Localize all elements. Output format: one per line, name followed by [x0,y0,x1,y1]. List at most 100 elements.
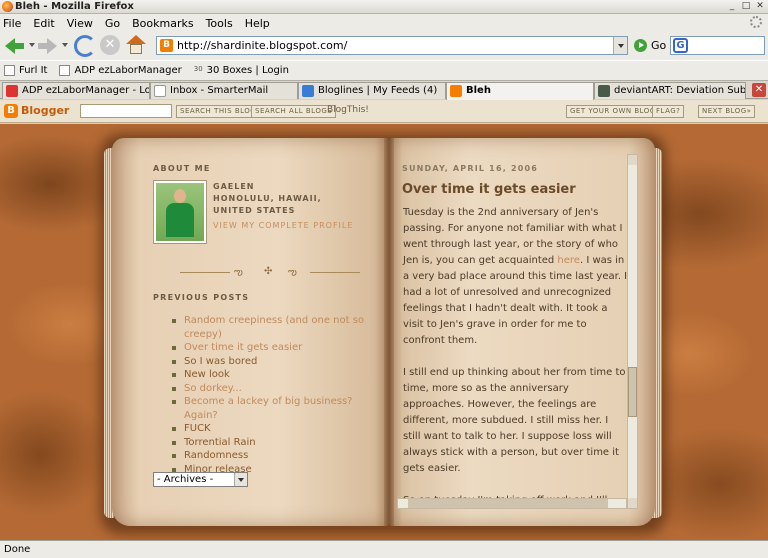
close-window-icon[interactable]: ✕ [754,1,766,12]
chevron-down-icon[interactable] [234,473,247,486]
post-link[interactable]: So I was bored [172,355,367,369]
30-boxes-icon: 30 [193,65,203,73]
forward-button[interactable] [36,35,58,57]
tab-adp[interactable]: ADP ezLaborManager - Login [2,82,150,99]
book-spine [384,138,394,526]
deviantart-icon [598,85,610,97]
profile-name: GAELEN [213,182,255,191]
scrollbar-thumb[interactable] [408,499,608,508]
menu-bookmarks[interactable]: Bookmarks [132,17,193,30]
post-link[interactable]: New look [172,368,367,382]
throbber-icon [750,16,762,28]
menu-tools[interactable]: Tools [206,17,233,30]
url-text[interactable]: http://shardinite.blogspot.com/ [177,39,347,52]
title-bar: Bleh - Mozilla Firefox _ □ ✕ [0,0,768,14]
view-profile-link[interactable]: VIEW MY COMPLETE PROFILE [213,221,353,230]
url-history-dropdown[interactable] [613,37,627,54]
menu-help[interactable]: Help [245,17,270,30]
post-vertical-scrollbar[interactable] [627,154,638,509]
profile-avatar[interactable] [153,180,207,244]
back-history-dropdown[interactable] [29,43,35,47]
next-blog-button[interactable]: NEXT BLOG» [698,105,756,118]
menu-file[interactable]: File [3,17,21,30]
search-all-blogs-button[interactable]: SEARCH ALL BLOGS [251,105,337,118]
post-link[interactable]: So dorkey... [172,382,367,396]
menu-edit[interactable]: Edit [33,17,54,30]
scroll-up-icon[interactable] [628,155,637,165]
window-controls: _ □ ✕ [726,1,766,12]
previous-posts-heading: PREVIOUS POSTS [153,293,250,302]
bookmarks-toolbar: Furl It ADP ezLaborManager 30 30 Boxes | … [0,60,768,80]
menu-view[interactable]: View [67,17,93,30]
archives-select[interactable]: - Archives - [153,472,248,487]
scrollbar-thumb[interactable] [628,367,637,417]
google-search-icon[interactable]: G [673,38,688,53]
bloglines-icon [302,85,314,97]
back-button[interactable] [4,35,26,57]
bookmark-adp[interactable]: ADP ezLaborManager [59,65,182,76]
adp-icon [6,85,18,97]
status-text: Done [4,544,31,555]
post-date: SUNDAY, APRIL 16, 2006 [402,164,539,173]
minimize-icon[interactable]: _ [726,1,738,12]
post-link[interactable]: Over time it gets easier [172,341,367,355]
forward-arrow-icon [47,38,57,54]
post-link[interactable]: Become a lackey of big business? Again? [172,395,367,422]
post-body: Tuesday is the 2nd anniversary of Jen's … [403,205,628,507]
get-your-own-blog-button[interactable]: GET YOUR OWN BLOG [566,105,660,118]
window-title: Bleh - Mozilla Firefox [15,1,134,12]
home-button[interactable] [126,35,146,55]
bookmark-page-icon [59,65,71,76]
blogger-icon [450,85,462,97]
post-content: SUNDAY, APRIL 16, 2006 Over time it gets… [397,152,635,507]
maximize-icon[interactable]: □ [740,1,752,12]
scroll-down-icon[interactable] [628,498,637,508]
post-link[interactable]: Torrential Rain [172,436,367,450]
blogger-logo-icon[interactable]: B [4,104,18,118]
url-bar[interactable]: B http://shardinite.blogspot.com/ [156,36,628,55]
bookmark-30-boxes[interactable]: 30 30 Boxes | Login [194,65,289,76]
tab-smartermail[interactable]: Inbox - SmarterMail [150,82,298,99]
archives-selected-value: - Archives - [157,474,214,485]
blogger-logo[interactable]: Blogger [21,104,69,117]
profile-info: GAELEN HONOLULU, HAWAII, UNITED STATES [213,181,353,217]
previous-posts-list: Random creepiness (and one not so creepy… [172,314,367,476]
post-link[interactable]: FUCK [172,422,367,436]
search-this-blog-button[interactable]: SEARCH THIS BLOG [176,105,261,118]
profile-location: HONOLULU, HAWAII, UNITED STATES [213,194,322,215]
blogger-navbar: B Blogger SEARCH THIS BLOG SEARCH ALL BL… [0,100,768,123]
about-me-heading: ABOUT ME [153,164,211,173]
reload-button[interactable] [74,35,96,57]
blog-search-input[interactable] [80,104,172,118]
tab-deviantart[interactable]: deviantART: Deviation Submissi... [594,82,746,99]
post-title: Over time it gets easier [402,182,576,197]
tab-bleh[interactable]: Bleh [446,82,594,100]
blogger-favicon-icon: B [160,39,173,52]
bookmark-furl-it[interactable]: Furl It [4,65,47,76]
status-bar: Done [0,540,768,558]
flag-button[interactable]: FLAG? [652,105,685,118]
forward-history-dropdown[interactable] [62,43,68,47]
post-link[interactable]: Randomness [172,449,367,463]
post-paragraph: Tuesday is the 2nd anniversary of Jen's … [403,207,628,346]
tab-bloglines[interactable]: Bloglines | My Feeds (4) [298,82,446,99]
post-link[interactable]: Random creepiness (and one not so creepy… [172,314,367,341]
tab-strip: ADP ezLaborManager - Login Inbox - Smart… [0,80,768,100]
search-input[interactable]: G [670,36,765,55]
post-horizontal-scrollbar[interactable] [397,498,627,509]
menu-bar: File Edit View Go Bookmarks Tools Help [0,14,768,32]
blogthis-link[interactable]: BlogThis! [327,105,369,115]
post-paragraph: I still end up thinking about her from t… [403,367,626,474]
close-tab-icon[interactable]: ✕ [752,83,766,97]
stop-button[interactable]: ✕ [100,35,120,55]
bookmark-page-icon [4,65,15,76]
home-icon [126,35,146,44]
firefox-icon [2,1,13,12]
page-icon [154,85,166,97]
ornamental-divider: ఌ ✣ ఌ [180,266,360,278]
go-button[interactable]: Go [651,39,666,52]
go-icon[interactable] [634,39,647,52]
here-link[interactable]: here [557,255,580,266]
page-viewport: ABOUT ME GAELEN HONOLULU, HAWAII, UNITED… [0,124,768,540]
menu-go[interactable]: Go [105,17,120,30]
